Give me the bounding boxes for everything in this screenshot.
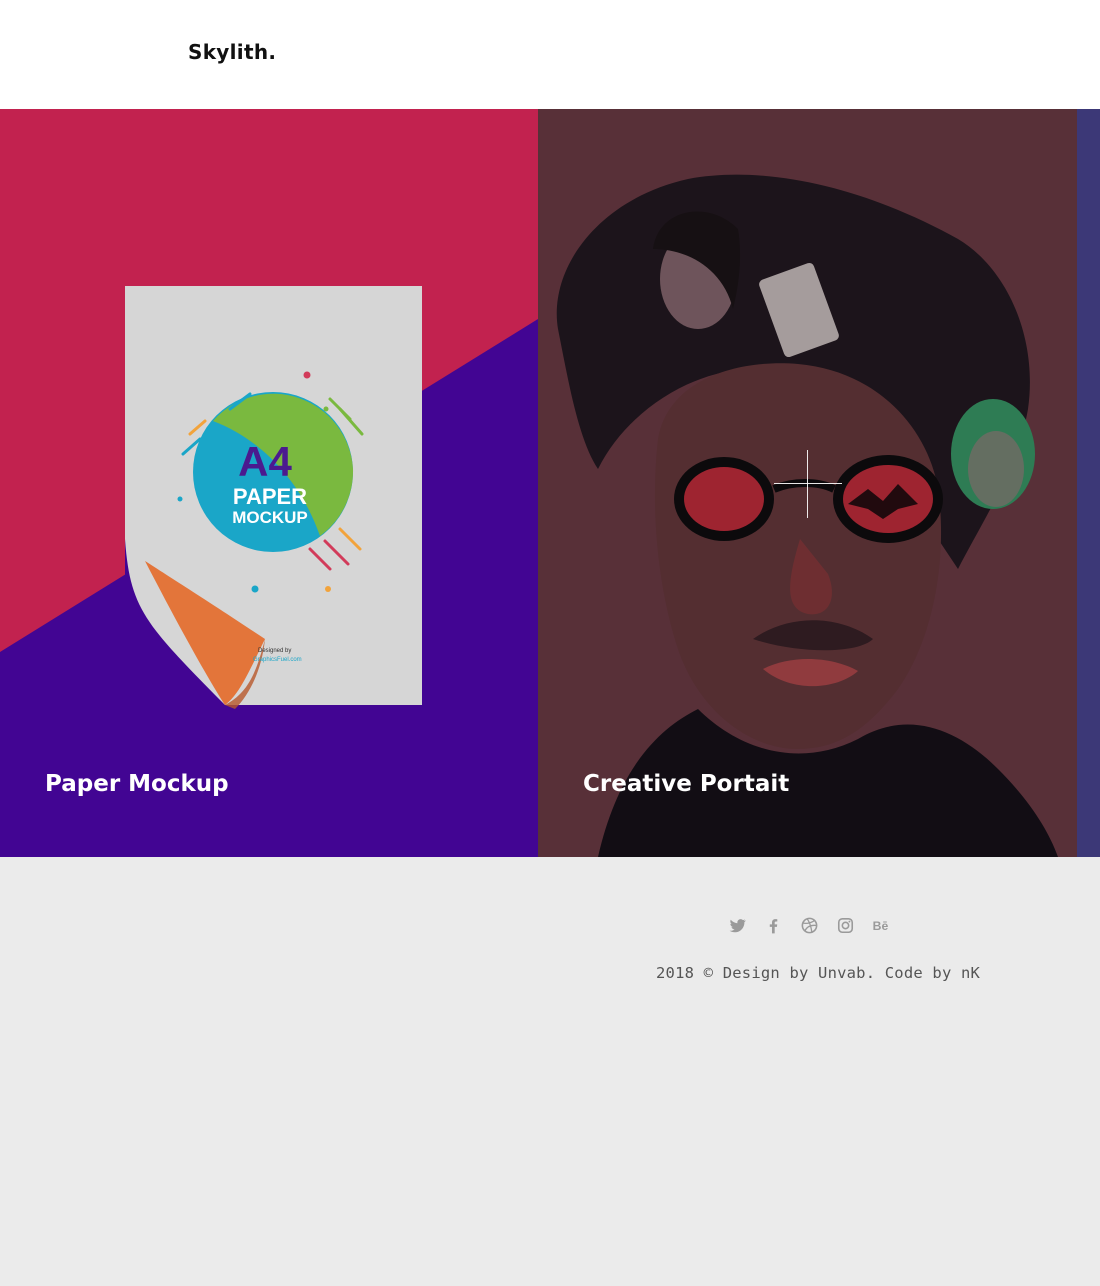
slide-title-creative-portrait: Creative Portait [583, 771, 790, 797]
mockup-text-paper: PAPER [233, 484, 307, 509]
behance-icon[interactable]: Bē [870, 912, 892, 938]
slide-title-paper-mockup: Paper Mockup [45, 771, 229, 797]
mockup-text-mockup: MOCKUP [232, 508, 308, 527]
mockup-text-a4: A4 [238, 438, 292, 485]
crosshair-cursor [774, 450, 842, 518]
social-links: Bē [726, 912, 892, 938]
site-footer [0, 857, 1100, 1286]
slide-paper-mockup[interactable]: A4 PAPER MOCKUP Designed by GraphicsFuel… [0, 109, 538, 857]
copyright-text: 2018 © Design by Unvab. Code by nK [656, 964, 981, 982]
site-logo[interactable]: Skylith. [188, 40, 276, 64]
slide-next-peek[interactable] [1077, 109, 1100, 857]
site-header: Skylith. [0, 0, 1100, 109]
facebook-icon[interactable] [762, 912, 784, 938]
dribbble-icon[interactable] [798, 912, 820, 938]
instagram-icon[interactable] [834, 912, 856, 938]
mockup-credit-line2: GraphicsFuel.com [253, 657, 302, 663]
slide-creative-portrait[interactable]: Creative Portait [538, 109, 1077, 857]
twitter-icon[interactable] [726, 912, 748, 938]
portfolio-slider: A4 PAPER MOCKUP Designed by GraphicsFuel… [0, 109, 1100, 857]
paper-mockup-artwork: A4 PAPER MOCKUP Designed by GraphicsFuel… [0, 109, 538, 857]
mockup-credit-line1: Designed by [258, 648, 291, 654]
svg-text:Bē: Bē [872, 919, 888, 933]
